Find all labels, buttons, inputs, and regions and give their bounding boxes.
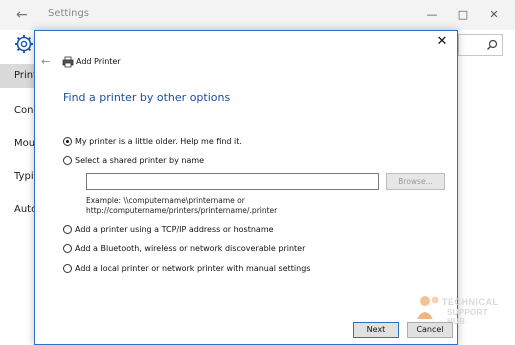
browse-button[interactable]: Browse... bbox=[386, 173, 445, 190]
option-local-printer-label: Add a local printer or network printer w… bbox=[75, 264, 311, 273]
next-button[interactable]: Next bbox=[353, 322, 399, 338]
option-shared-printer[interactable]: Select a shared printer by name bbox=[63, 156, 204, 165]
example-text: Example: \\computername\printername or h… bbox=[86, 196, 277, 216]
option-older-printer[interactable]: My printer is a little older. Help me fi… bbox=[63, 137, 242, 146]
nav-item-mouse[interactable]: Mou bbox=[14, 138, 35, 149]
gear-icon[interactable] bbox=[14, 34, 34, 54]
dialog-back-icon[interactable]: ← bbox=[41, 56, 53, 68]
option-bluetooth-label: Add a Bluetooth, wireless or network dis… bbox=[75, 244, 306, 253]
dialog-close-icon[interactable]: ✕ bbox=[435, 35, 449, 49]
option-local-printer[interactable]: Add a local printer or network printer w… bbox=[63, 264, 310, 273]
option-older-printer-label: My printer is a little older. Help me fi… bbox=[75, 137, 242, 146]
dialog-heading: Find a printer by other options bbox=[63, 91, 231, 104]
settings-search-input[interactable] bbox=[458, 34, 503, 56]
option-bluetooth[interactable]: Add a Bluetooth, wireless or network dis… bbox=[63, 244, 305, 253]
close-icon[interactable]: ✕ bbox=[486, 7, 502, 23]
printer-icon bbox=[62, 56, 74, 68]
example-line-2: http://computername/printers/printername… bbox=[86, 206, 278, 215]
nav-item-typing[interactable]: Typi bbox=[14, 171, 34, 182]
add-printer-dialog: ✕ ← Add Printer Find a printer by other … bbox=[34, 30, 498, 345]
back-arrow-icon[interactable]: ← bbox=[16, 7, 32, 23]
minimize-icon[interactable]: — bbox=[424, 7, 440, 23]
radio-shared-printer[interactable] bbox=[63, 156, 72, 165]
watermark-line-2: SUPPORT HUB bbox=[447, 308, 488, 326]
example-line-1: Example: \\computername\printername or bbox=[86, 196, 245, 205]
option-tcpip-label: Add a printer using a TCP/IP address or … bbox=[75, 225, 274, 234]
nav-item-connected[interactable]: Con bbox=[14, 105, 33, 116]
cancel-button[interactable]: Cancel bbox=[407, 322, 453, 338]
shared-printer-name-input[interactable] bbox=[86, 173, 379, 190]
dialog-title: Add Printer bbox=[76, 57, 121, 66]
radio-bluetooth[interactable] bbox=[63, 244, 72, 253]
option-shared-printer-label: Select a shared printer by name bbox=[75, 156, 205, 165]
settings-title: Settings bbox=[48, 8, 90, 19]
settings-titlebar: ← Settings — □ ✕ bbox=[0, 0, 515, 30]
watermark-line-1: TECHNICAL bbox=[442, 297, 499, 307]
option-tcpip[interactable]: Add a printer using a TCP/IP address or … bbox=[63, 225, 274, 234]
radio-older-printer[interactable] bbox=[63, 137, 72, 146]
radio-local-printer[interactable] bbox=[63, 264, 72, 273]
maximize-icon[interactable]: □ bbox=[455, 7, 471, 23]
radio-tcpip[interactable] bbox=[63, 225, 72, 234]
search-icon bbox=[487, 39, 498, 50]
